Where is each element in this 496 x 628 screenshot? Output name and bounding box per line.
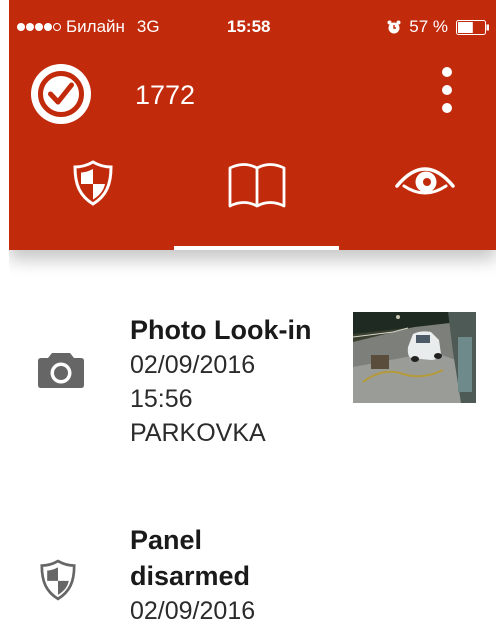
event-item[interactable]: Panel disarmed 02/09/2016 bbox=[9, 522, 496, 628]
status-right: 57 % bbox=[387, 17, 490, 37]
event-title-line2: disarmed bbox=[130, 561, 251, 591]
tab-selected-indicator bbox=[174, 246, 339, 250]
alarm-clock-icon bbox=[387, 20, 401, 34]
event-location: PARKOVKA bbox=[130, 419, 266, 447]
status-bar: Билайн 3G 15:58 57 % bbox=[9, 0, 496, 50]
event-title: Photo Look-in bbox=[130, 315, 312, 345]
eye-icon bbox=[395, 167, 455, 195]
battery-percentage: 57 % bbox=[409, 17, 448, 36]
camera-icon bbox=[38, 353, 84, 388]
shield-icon bbox=[40, 559, 76, 601]
tab-bar bbox=[9, 160, 496, 250]
event-date: 02/09/2016 bbox=[130, 351, 256, 379]
tab-look-in[interactable] bbox=[365, 160, 485, 230]
tab-security[interactable] bbox=[33, 160, 153, 230]
check-circle-icon[interactable] bbox=[31, 64, 91, 124]
app-header: Билайн 3G 15:58 57 % 1772 bbox=[9, 0, 496, 250]
network-type: 3G bbox=[136, 17, 160, 36]
signal-strength-icon bbox=[17, 23, 61, 31]
shield-icon bbox=[73, 160, 113, 206]
event-details: Photo Look-in 02/09/2016 15:56 PARKOVKA bbox=[130, 312, 311, 450]
event-item[interactable]: Photo Look-in 02/09/2016 15:56 PARKOVKA bbox=[9, 312, 496, 482]
battery-icon bbox=[456, 19, 489, 35]
status-time: 15:58 bbox=[227, 17, 271, 36]
book-icon bbox=[228, 163, 286, 208]
app-screen: Билайн 3G 15:58 57 % 1772 Photo Look-in … bbox=[9, 0, 496, 628]
header-toolbar: 1772 bbox=[9, 60, 496, 130]
event-details: Panel disarmed 02/09/2016 bbox=[130, 522, 255, 628]
event-time: 15:56 bbox=[130, 385, 193, 413]
photo-thumbnail[interactable] bbox=[353, 312, 476, 403]
carrier-name: Билайн bbox=[66, 17, 125, 36]
account-number: 1772 bbox=[135, 80, 196, 110]
status-left: Билайн 3G bbox=[17, 17, 160, 37]
event-title-line1: Panel bbox=[130, 525, 203, 555]
more-vertical-icon[interactable] bbox=[437, 66, 457, 114]
event-date: 02/09/2016 bbox=[130, 597, 256, 625]
tab-events[interactable] bbox=[197, 160, 317, 230]
